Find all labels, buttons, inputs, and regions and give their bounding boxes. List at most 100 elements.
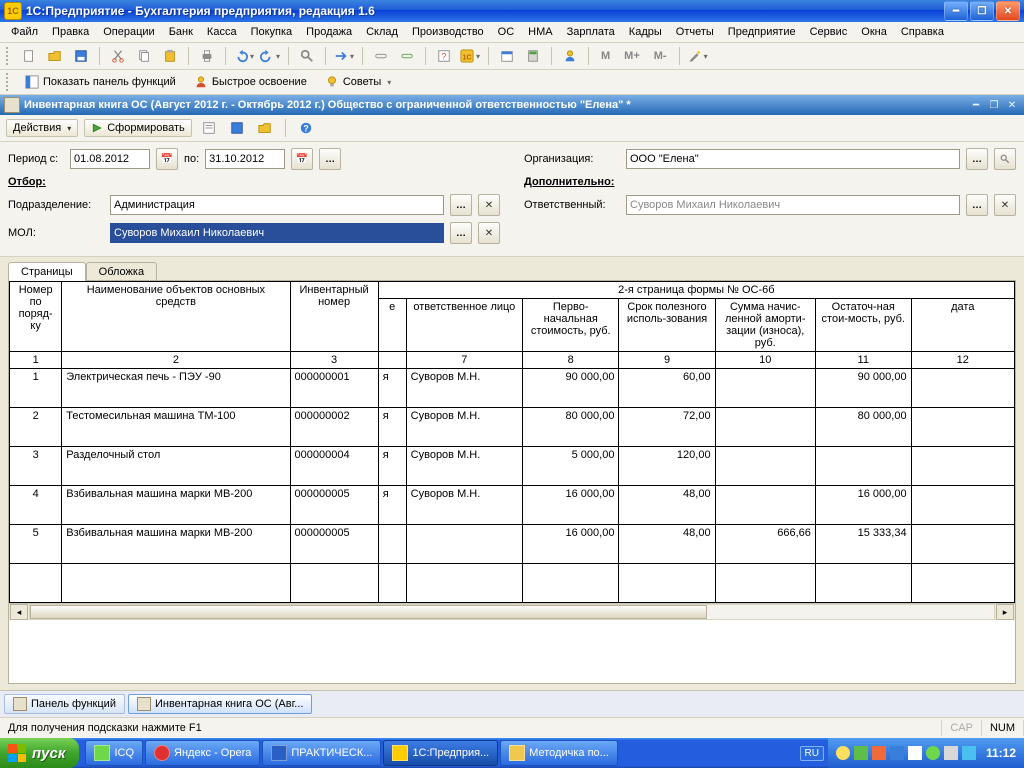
responsible-select-button[interactable]: … xyxy=(966,194,988,216)
goto-link-icon[interactable] xyxy=(370,45,392,67)
task-icq[interactable]: ICQ xyxy=(85,740,143,766)
cut-icon[interactable] xyxy=(107,45,129,67)
task-1c[interactable]: 1С:Предприя... xyxy=(383,740,498,766)
mol-clear-button[interactable]: ✕ xyxy=(478,222,500,244)
tray-icon[interactable] xyxy=(944,746,958,760)
menu-item[interactable]: Кадры xyxy=(624,24,667,40)
tray-icon[interactable] xyxy=(908,746,922,760)
department-clear-button[interactable]: ✕ xyxy=(478,194,500,216)
memory-mminus-button[interactable]: М- xyxy=(649,45,672,67)
menu-item[interactable]: Операции xyxy=(98,24,159,40)
task-opera[interactable]: Яндекс - Opera xyxy=(145,740,260,766)
scroll-right-button[interactable]: ▸ xyxy=(996,604,1014,620)
responsible-clear-button[interactable]: ✕ xyxy=(994,194,1016,216)
actions-dropdown[interactable]: Действия▾ xyxy=(6,119,78,137)
menu-item[interactable]: Покупка xyxy=(246,24,298,40)
period-select-button[interactable]: … xyxy=(319,148,341,170)
department-select-button[interactable]: … xyxy=(450,194,472,216)
organization-input[interactable]: ООО "Елена" xyxy=(626,149,960,169)
table-row[interactable]: 5Взбивальная машина марки МВ-20000000000… xyxy=(10,525,1015,564)
wintab-inventory-book[interactable]: Инвентарная книга ОС (Авг... xyxy=(128,694,312,714)
responsible-input[interactable]: Суворов Михаил Николаевич xyxy=(626,195,960,215)
calculator-icon[interactable] xyxy=(522,45,544,67)
tab-pages[interactable]: Страницы xyxy=(8,262,86,281)
menu-item[interactable]: Правка xyxy=(47,24,94,40)
table-row[interactable]: 4Взбивальная машина марки МВ-20000000000… xyxy=(10,486,1015,525)
scroll-left-button[interactable]: ◂ xyxy=(10,604,28,620)
window-minimize-button[interactable]: ━ xyxy=(944,1,968,21)
menu-item[interactable]: Касса xyxy=(202,24,242,40)
menu-item[interactable]: Продажа xyxy=(301,24,357,40)
users-icon[interactable] xyxy=(559,45,581,67)
menu-item[interactable]: Отчеты xyxy=(671,24,719,40)
table-row[interactable]: 1Электрическая печь - ПЭУ -90000000001яС… xyxy=(10,369,1015,408)
settings-small-icon[interactable] xyxy=(198,117,220,139)
toolbar-grip[interactable] xyxy=(6,47,12,65)
open-settings-icon[interactable] xyxy=(254,117,276,139)
paste-icon[interactable] xyxy=(159,45,181,67)
tray-icon[interactable] xyxy=(854,746,868,760)
print-icon[interactable] xyxy=(196,45,218,67)
start-button[interactable]: пуск xyxy=(0,738,79,768)
tray-icon[interactable] xyxy=(926,746,940,760)
period-from-calendar-button[interactable]: 📅 xyxy=(156,148,178,170)
organization-select-button[interactable]: … xyxy=(966,148,988,170)
tips-button[interactable]: Советы ▾ xyxy=(318,72,399,92)
taskbar-clock[interactable]: 11:12 xyxy=(986,746,1016,760)
organization-open-button[interactable] xyxy=(994,148,1016,170)
tray-icon[interactable] xyxy=(962,746,976,760)
table-row[interactable]: 3Разделочный стол000000004яСуворов М.Н.5… xyxy=(10,447,1015,486)
spreadsheet-area[interactable]: Номер по поряд-ку Наименование объектов … xyxy=(8,280,1016,684)
settings-icon[interactable]: ▾ xyxy=(687,45,709,67)
memory-m-button[interactable]: М xyxy=(596,45,615,67)
table-row[interactable]: 2Тестомесильная машина ТМ-100000000002яС… xyxy=(10,408,1015,447)
find-icon[interactable] xyxy=(296,45,318,67)
menu-item[interactable]: Зарплата xyxy=(562,24,620,40)
language-indicator[interactable]: RU xyxy=(800,746,824,761)
menu-item[interactable]: Справка xyxy=(896,24,949,40)
task-folder[interactable]: Методичка по... xyxy=(500,740,618,766)
tray-icon[interactable] xyxy=(836,746,850,760)
department-input[interactable]: Администрация xyxy=(110,195,444,215)
menu-item[interactable]: Склад xyxy=(361,24,403,40)
period-from-input[interactable]: 01.08.2012 xyxy=(70,149,150,169)
show-function-panel-button[interactable]: Показать панель функций xyxy=(18,72,183,92)
menu-item[interactable]: Файл xyxy=(6,24,43,40)
menu-item[interactable]: Предприятие xyxy=(723,24,801,40)
save-settings-icon[interactable] xyxy=(226,117,248,139)
period-to-calendar-button[interactable]: 📅 xyxy=(291,148,313,170)
new-document-icon[interactable] xyxy=(18,45,40,67)
menu-item[interactable]: Банк xyxy=(164,24,198,40)
menu-item[interactable]: ОС xyxy=(493,24,520,40)
mol-select-button[interactable]: … xyxy=(450,222,472,244)
wintab-function-panel[interactable]: Панель функций xyxy=(4,694,125,714)
open-icon[interactable] xyxy=(44,45,66,67)
tab-cover[interactable]: Обложка xyxy=(86,262,157,281)
goto-icon[interactable]: ▾ xyxy=(333,45,355,67)
generate-button[interactable]: Сформировать xyxy=(84,119,192,137)
memory-mplus-button[interactable]: М+ xyxy=(619,45,645,67)
info-1c-icon[interactable]: 1C▾ xyxy=(459,45,481,67)
doc-minimize-button[interactable]: ━ xyxy=(968,98,984,112)
menu-item[interactable]: Сервис xyxy=(805,24,853,40)
tray-icon[interactable] xyxy=(890,746,904,760)
horizontal-scrollbar[interactable]: ◂ ▸ xyxy=(9,603,1015,620)
help-icon[interactable]: ? xyxy=(295,117,317,139)
menu-item[interactable]: Окна xyxy=(856,24,892,40)
menu-item[interactable]: Производство xyxy=(407,24,489,40)
redo-icon[interactable]: ▾ xyxy=(259,45,281,67)
doc-restore-button[interactable]: ❐ xyxy=(986,98,1002,112)
menu-item[interactable]: НМА xyxy=(523,24,557,40)
window-close-button[interactable]: ✕ xyxy=(996,1,1020,21)
toolbar-grip[interactable] xyxy=(6,73,12,91)
task-word[interactable]: ПРАКТИЧЕСК... xyxy=(262,740,381,766)
query-wizard-icon[interactable]: ? xyxy=(433,45,455,67)
doc-close-button[interactable]: ✕ xyxy=(1004,98,1020,112)
period-to-input[interactable]: 31.10.2012 xyxy=(205,149,285,169)
save-icon[interactable] xyxy=(70,45,92,67)
copy-icon[interactable] xyxy=(133,45,155,67)
window-maximize-button[interactable]: ❐ xyxy=(970,1,994,21)
mol-input[interactable]: Суворов Михаил Николаевич xyxy=(110,223,444,243)
calendar-icon[interactable] xyxy=(496,45,518,67)
tray-icon[interactable] xyxy=(872,746,886,760)
